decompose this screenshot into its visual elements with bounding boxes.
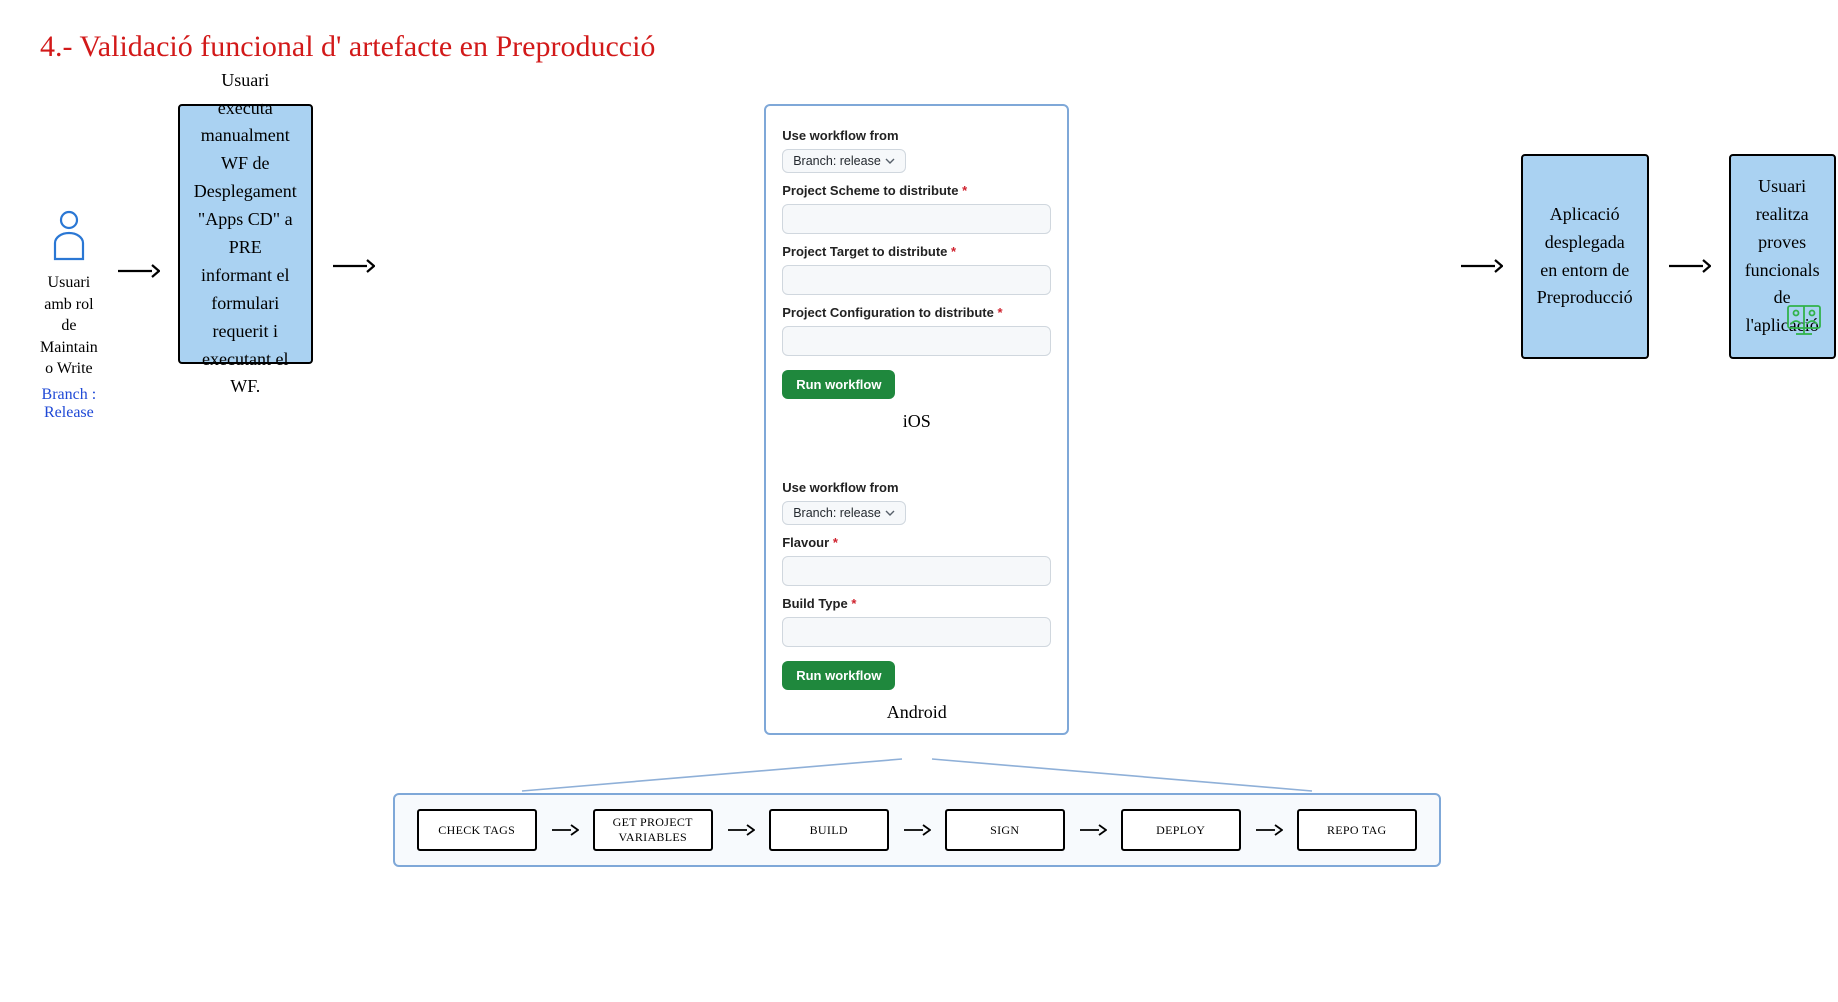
forms-panel: Use workflow from Branch: release Projec… [764, 104, 1069, 735]
run-workflow-button[interactable]: Run workflow [782, 370, 895, 399]
pipeline-expansion: CHECK TAGS GET PROJECT VARIABLES BUILD S… [393, 757, 1441, 867]
pipeline-step-repo-tag: REPO TAG [1297, 809, 1417, 851]
branch-select[interactable]: Branch: release [782, 149, 906, 173]
arrow-icon [551, 822, 579, 838]
run-workflow-button[interactable]: Run workflow [782, 661, 895, 690]
workflow-from-label: Use workflow from [782, 128, 1051, 143]
caret-down-icon [885, 156, 895, 166]
flavour-input[interactable] [782, 556, 1051, 586]
user-icon [49, 209, 89, 266]
target-input[interactable] [782, 265, 1051, 295]
arrow-icon [331, 254, 375, 278]
forms-column: Use workflow from Branch: release Projec… [393, 104, 1441, 867]
video-meeting-icon [1784, 304, 1824, 347]
pipeline-panel: CHECK TAGS GET PROJECT VARIABLES BUILD S… [393, 793, 1441, 867]
field-label: Project Scheme to distribute * [782, 183, 1051, 198]
pipeline-step-sign: SIGN [945, 809, 1065, 851]
user-branch: Branch : Release [40, 386, 98, 422]
field-label: Project Configuration to distribute * [782, 305, 1051, 320]
expansion-connector-icon [507, 757, 1327, 793]
user-actor: Usuari amb rol de Maintain o Write Branc… [40, 209, 98, 422]
pipeline-step-deploy: DEPLOY [1121, 809, 1241, 851]
arrow-icon [1255, 822, 1283, 838]
step-box-text: Usuari executa manualment WF de Desplega… [194, 67, 297, 402]
platform-label-android: Android [782, 702, 1051, 723]
branch-select[interactable]: Branch: release [782, 501, 906, 525]
arrow-icon [903, 822, 931, 838]
arrow-icon [1079, 822, 1107, 838]
buildtype-input[interactable] [782, 617, 1051, 647]
flow-row: Usuari amb rol de Maintain o Write Branc… [40, 104, 1798, 867]
arrow-icon [1667, 254, 1711, 278]
configuration-input[interactable] [782, 326, 1051, 356]
page-title: 4.- Validació funcional d' artefacte en … [40, 30, 1798, 64]
arrow-icon [116, 259, 160, 283]
pipeline-step-get-vars: GET PROJECT VARIABLES [593, 809, 713, 851]
user-role-line2: Maintain o Write [40, 337, 98, 380]
step-box-execute-wf: Usuari executa manualment WF de Desplega… [178, 104, 313, 364]
platform-label-ios: iOS [782, 411, 1051, 432]
caret-down-icon [885, 508, 895, 518]
field-label: Build Type * [782, 596, 1051, 611]
step-box-text: Aplicació desplegada en entorn de Prepro… [1537, 201, 1633, 313]
arrow-icon [727, 822, 755, 838]
pipeline-step-build: BUILD [769, 809, 889, 851]
arrow-icon [1459, 254, 1503, 278]
field-label: Flavour * [782, 535, 1051, 550]
field-label: Project Target to distribute * [782, 244, 1051, 259]
scheme-input[interactable] [782, 204, 1051, 234]
step-box-functional-tests: Usuari realitza proves funcionals de l'a… [1729, 154, 1836, 359]
step-box-deployed: Aplicació desplegada en entorn de Prepro… [1521, 154, 1649, 359]
workflow-from-label: Use workflow from [782, 480, 1051, 495]
user-role-line1: Usuari amb rol de [40, 272, 98, 337]
pipeline-step-check-tags: CHECK TAGS [417, 809, 537, 851]
branch-select-text: Branch: release [793, 506, 881, 520]
branch-select-text: Branch: release [793, 154, 881, 168]
